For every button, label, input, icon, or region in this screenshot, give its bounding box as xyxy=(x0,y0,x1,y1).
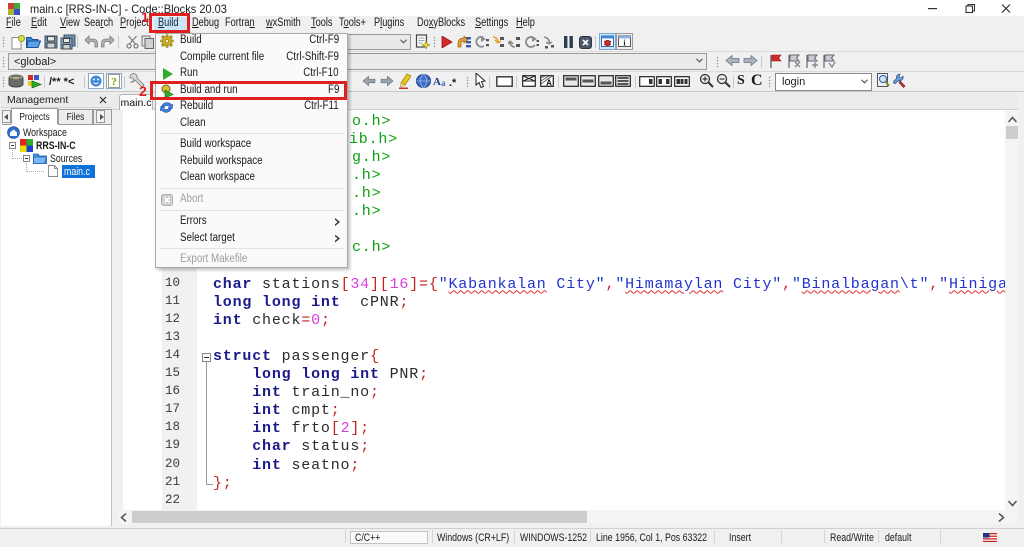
svg-text:?: ? xyxy=(111,76,117,88)
svg-text:A: A xyxy=(433,76,441,88)
svg-text:A: A xyxy=(546,79,552,88)
svg-text:a: a xyxy=(441,78,446,88)
